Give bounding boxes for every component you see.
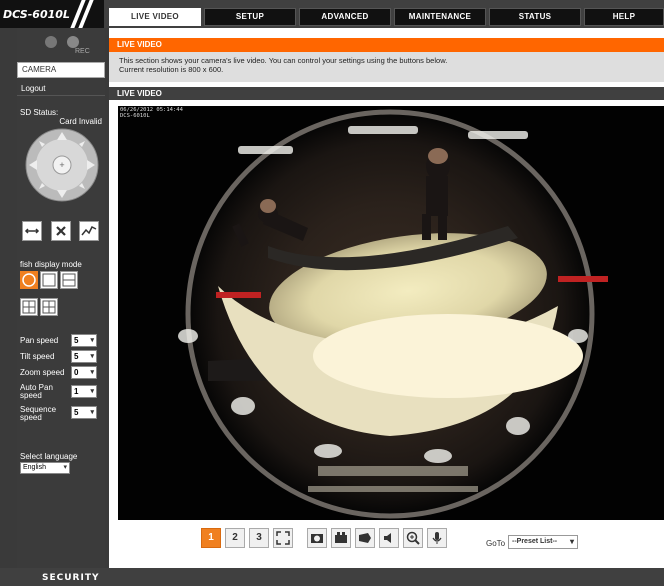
microphone-icon <box>432 532 442 544</box>
zoom-icon <box>406 531 420 545</box>
circle-view-icon <box>22 273 36 287</box>
video-timestamp: 06/26/2012 05:14:44 DCS-6010L <box>120 107 183 119</box>
microphone-button[interactable] <box>427 528 447 548</box>
section-description: This section shows your camera's live vi… <box>109 52 664 82</box>
fish-mode-quad[interactable] <box>20 298 38 316</box>
horizontal-patrol-button[interactable] <box>22 221 42 241</box>
live-video-bar: LIVE VIDEO <box>109 87 664 100</box>
profile-3-button[interactable]: 3 <box>249 528 269 548</box>
stop-button[interactable] <box>51 221 71 241</box>
description-line-1: This section shows your camera's live vi… <box>119 56 448 65</box>
svg-text:REC: REC <box>75 48 90 54</box>
profile-2-icon: 2 <box>232 532 238 543</box>
model-name: DCS-6010L <box>3 8 70 21</box>
preset-list-select[interactable]: --Preset List-- <box>508 535 578 549</box>
zoom-speed-select[interactable]: 0 <box>71 366 97 379</box>
fullscreen-button[interactable] <box>273 528 293 548</box>
description-line-2: Current resolution is 800 x 600. <box>119 65 224 74</box>
fullscreen-icon <box>276 531 290 545</box>
tilt-speed-select[interactable]: 5 <box>71 350 97 363</box>
preset-path-button[interactable] <box>79 221 99 241</box>
panorama-view-icon <box>62 273 76 287</box>
tab-live-video[interactable]: LIVE VIDEO <box>109 8 201 26</box>
fish-display-mode-label: fish display mode <box>20 260 82 269</box>
record-button[interactable] <box>331 528 351 548</box>
tab-status[interactable]: STATUS <box>489 8 581 26</box>
tab-maintenance[interactable]: MAINTENANCE <box>394 8 486 26</box>
speaker-icon <box>384 533 391 543</box>
quad-view-icon <box>22 300 36 314</box>
tab-advanced[interactable]: ADVANCED <box>299 8 391 26</box>
horizontal-patrol-icon <box>24 228 40 234</box>
ptz-control-pad[interactable]: + <box>24 126 100 204</box>
record-icon <box>335 532 347 543</box>
preset-path-icon <box>81 225 97 236</box>
fish-mode-panorama[interactable] <box>60 271 78 289</box>
svg-text:+: + <box>59 160 64 170</box>
main-content: LIVE VIDEO This section shows your camer… <box>109 28 664 568</box>
snapshot-icon <box>311 534 323 543</box>
zoom-button[interactable] <box>403 528 423 548</box>
profile-1-button[interactable]: 1 <box>201 528 221 548</box>
language-select[interactable]: English <box>20 462 70 474</box>
sd-status-label: SD Status: <box>20 108 59 117</box>
footer: SECURITY <box>0 568 664 586</box>
sidebar: REC CAMERA Logout SD Status: Card Invali… <box>17 28 105 568</box>
top-navigation-bar: DCS-6010L LIVE VIDEO SETUP ADVANCED MAIN… <box>0 0 664 28</box>
auto-pan-speed-label: Auto Pan speed <box>20 383 53 400</box>
multi-view-icon <box>42 300 56 314</box>
live-video-stream[interactable]: 06/26/2012 05:14:44 DCS-6010L <box>118 106 664 520</box>
fisheye-video-frame <box>178 109 608 519</box>
fish-mode-original[interactable] <box>20 271 38 289</box>
fish-mode-multi[interactable] <box>40 298 58 316</box>
model-logo: DCS-6010L <box>0 0 104 28</box>
pan-speed-label: Pan speed <box>20 336 59 345</box>
auto-pan-speed-select[interactable]: 1 <box>71 385 97 398</box>
stop-icon <box>56 226 66 236</box>
snapshot-button[interactable] <box>307 528 327 548</box>
profile-2-button[interactable]: 2 <box>225 528 245 548</box>
listen-icon <box>359 533 371 543</box>
speaker-button[interactable] <box>379 528 399 548</box>
tab-setup[interactable]: SETUP <box>204 8 296 26</box>
sidebar-item-logout[interactable]: Logout <box>17 82 105 96</box>
zoom-speed-label: Zoom speed <box>20 368 65 377</box>
tab-help[interactable]: HELP <box>584 8 664 26</box>
sidebar-item-camera[interactable]: CAMERA <box>17 62 105 78</box>
select-language-label: Select language <box>20 452 78 461</box>
section-title: LIVE VIDEO <box>109 38 664 52</box>
goto-label: GoTo <box>486 539 506 548</box>
tilt-speed-label: Tilt speed <box>20 352 55 361</box>
sd-status-value: Card Invalid <box>59 117 102 126</box>
pan-speed-select[interactable]: 5 <box>71 334 97 347</box>
profile-1-icon: 1 <box>208 532 214 543</box>
sequence-speed-label: Sequence speed <box>20 405 57 422</box>
sequence-speed-select[interactable]: 5 <box>71 406 97 419</box>
rec-icon: REC <box>45 36 90 54</box>
fish-mode-single[interactable] <box>40 271 58 289</box>
footer-brand: SECURITY <box>42 573 100 583</box>
profile-3-icon: 3 <box>256 532 262 543</box>
single-view-icon <box>42 273 56 287</box>
listen-button[interactable] <box>355 528 375 548</box>
